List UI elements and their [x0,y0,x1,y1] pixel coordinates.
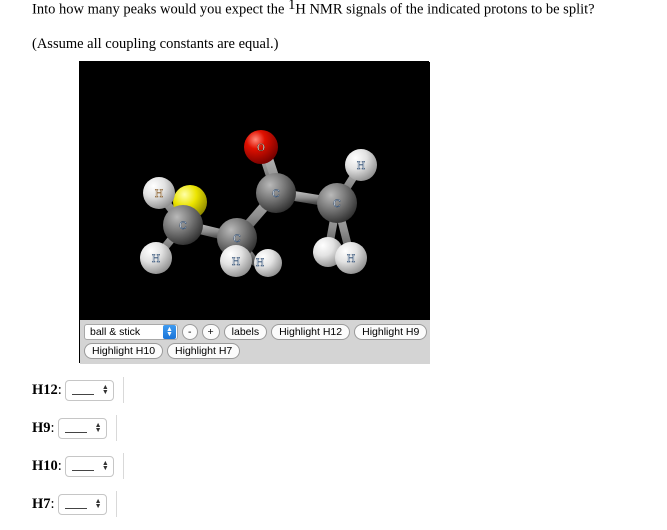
render-style-select[interactable]: ball & stick ▲ ▼ [84,324,178,340]
highlight-h10-button[interactable]: Highlight H10 [84,343,164,359]
question-line-1: Into how many peaks would you expect the… [32,0,657,18]
answer-value-h12 [71,385,94,395]
atom-label-h5: H [357,161,366,172]
answer-row-h9: H9: ▲ ▼ [0,415,667,441]
canvas-background [80,62,430,320]
atom-label-h1: H [155,189,164,200]
chevron-updown-icon: ▲ ▼ [94,422,102,434]
molecule-viewer[interactable]: O H C H C C H H C H H ball & stick ▲ ▼ -… [79,61,430,364]
answer-label-h12: H12: [32,381,62,398]
answer-select-h10[interactable]: ▲ ▼ [64,455,114,477]
answer-row-h7: H7: ▲ ▼ [0,491,667,517]
row-divider [115,491,117,517]
atom-label-c2: C [272,189,280,200]
control-row-2: Highlight H10 Highlight H7 [84,343,430,359]
zoom-out-button[interactable]: - [182,324,198,340]
answer-row-h10: H10: ▲ ▼ [0,453,667,479]
render-style-value: ball & stick [90,326,141,338]
row-divider [122,453,124,479]
zoom-in-button[interactable]: + [201,324,220,340]
atom-label-o: O [257,143,265,154]
answer-label-h7: H7: [32,495,55,512]
highlight-h7-button[interactable]: Highlight H7 [167,343,241,359]
row-divider [122,377,124,403]
question-line-2: (Assume all coupling constants are equal… [32,36,279,53]
row-divider [115,415,117,441]
answer-row-h12: H12: ▲ ▼ [0,377,667,403]
atom-label-h6: H [347,254,356,265]
chevron-updown-icon: ▲ ▼ [94,498,102,510]
stepper-arrows-icon[interactable]: ▲ ▼ [163,325,176,339]
atom-label-c4: C [333,199,341,210]
chevron-updown-icon: ▲ ▼ [101,460,109,472]
atom-label-h3: H [232,257,241,268]
answer-select-h9[interactable]: ▲ ▼ [57,417,107,439]
atom-label-h2: H [152,254,161,265]
question-line-1-after: H NMR signals of the indicated protons t… [295,1,595,18]
question-block: Into how many peaks would you expect the… [0,0,667,53]
labels-toggle-button[interactable]: labels [223,324,268,340]
atom-label-c3: C [233,234,241,245]
molecule-canvas[interactable]: O H C H C C H H C H H [80,62,430,320]
highlight-h12-button[interactable]: Highlight H12 [271,324,351,340]
answer-label-h10: H10: [32,457,62,474]
question-line-1-before: Into how many peaks would you expect the [32,1,289,18]
answer-value-h7 [64,499,87,509]
answer-label-h9: H9: [32,419,55,436]
molecule-svg: O H C H C C H H C H H [80,62,430,320]
answer-select-h12[interactable]: ▲ ▼ [64,379,114,401]
answer-value-h9 [64,423,87,433]
atom-label-h4: H [256,258,265,269]
highlight-h9-button[interactable]: Highlight H9 [354,324,428,340]
atom-label-c1: C [179,221,187,232]
answer-list: H12: ▲ ▼ H9: ▲ ▼ H10: ▲ ▼ H7: ▲ ▼ [0,377,667,530]
viewer-control-bar: ball & stick ▲ ▼ - + labels Highlight H12… [80,320,430,364]
chevron-updown-icon: ▲ ▼ [101,384,109,396]
answer-value-h10 [71,461,94,471]
answer-select-h7[interactable]: ▲ ▼ [57,493,107,515]
control-row-1: ball & stick ▲ ▼ - + labels Highlight H12… [84,324,430,340]
